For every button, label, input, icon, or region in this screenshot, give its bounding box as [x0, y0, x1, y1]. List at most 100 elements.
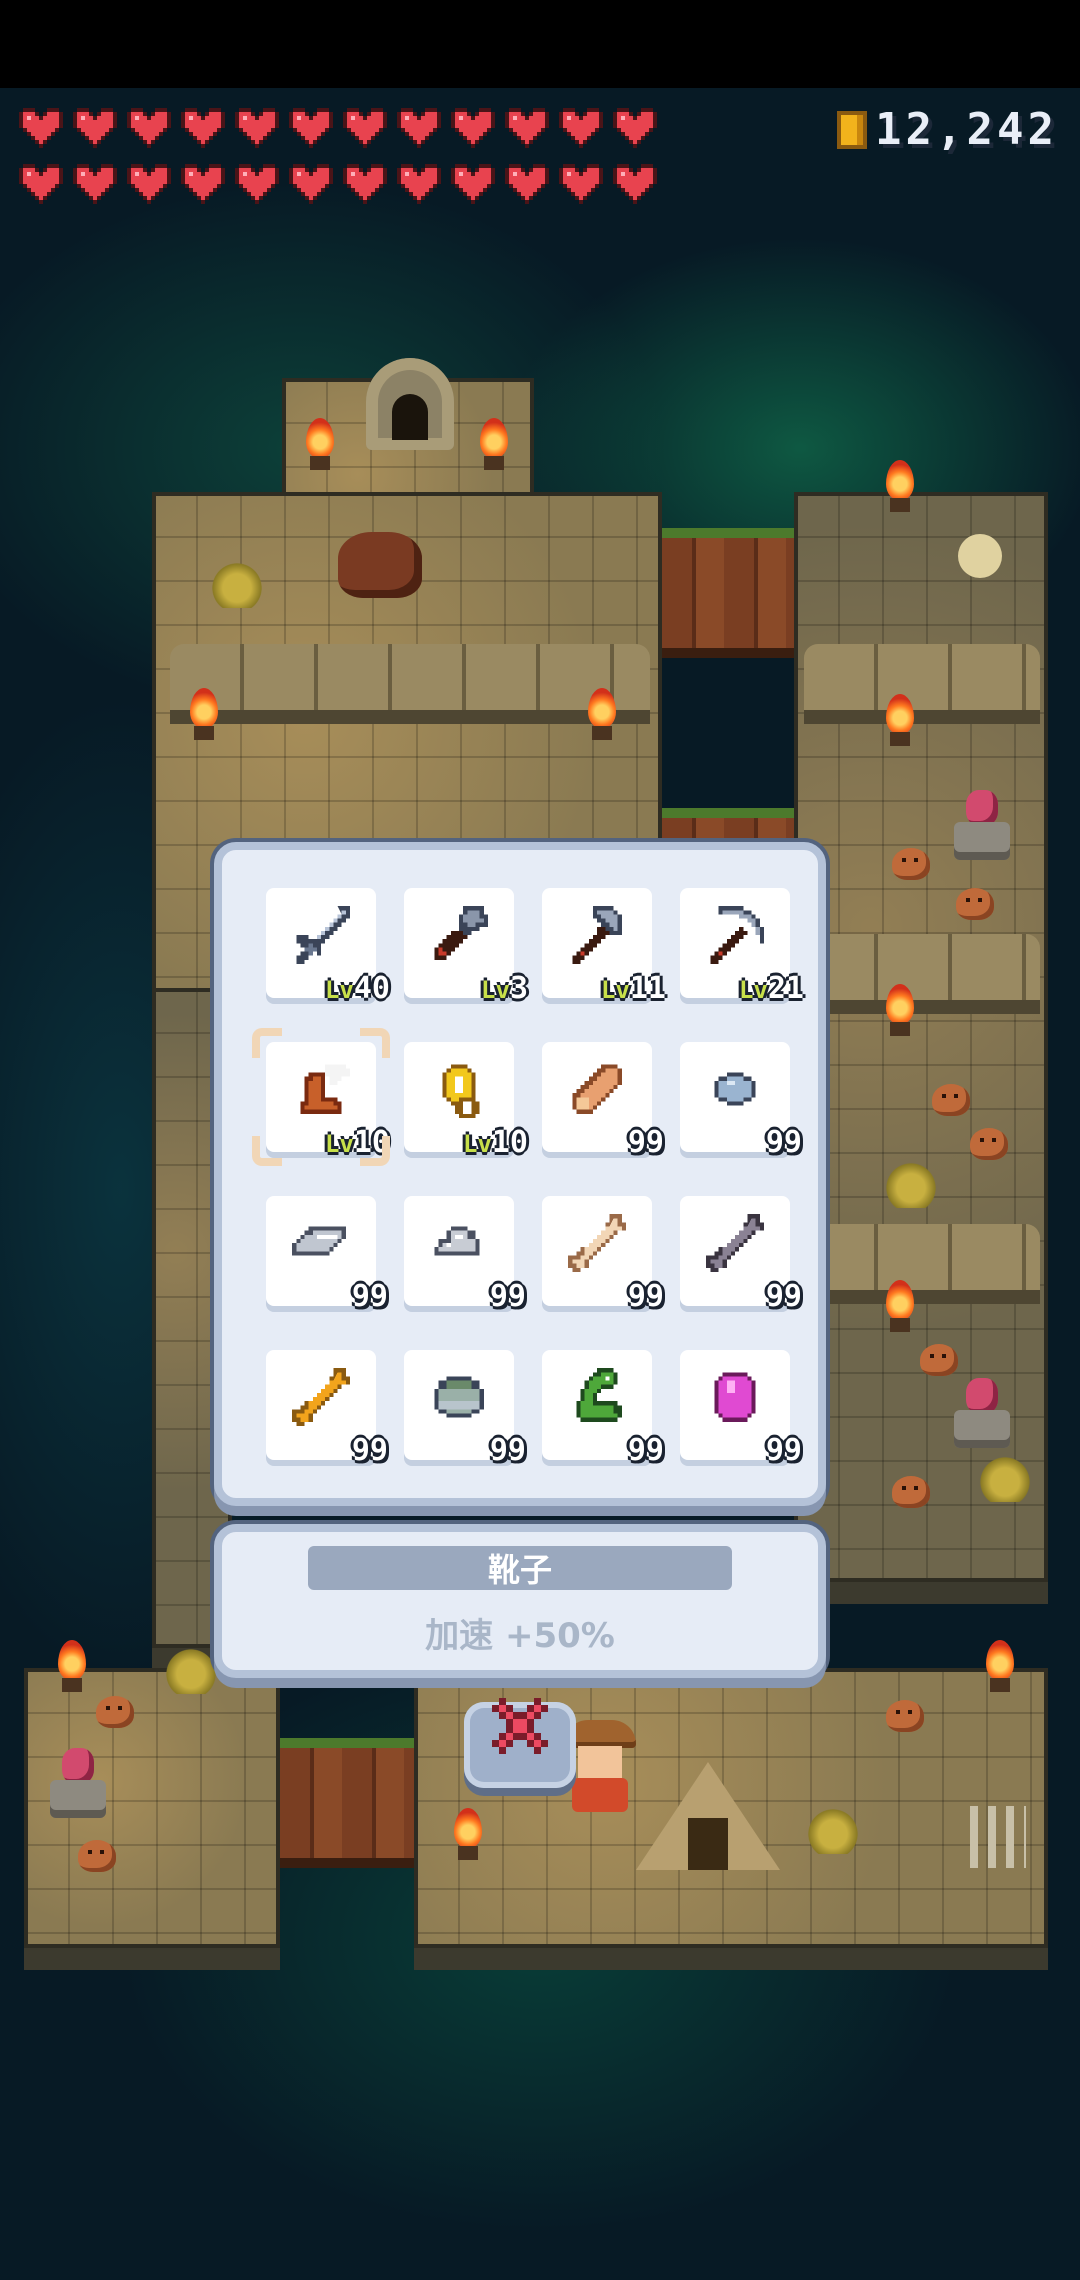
level-prefix: Lv	[324, 1130, 354, 1158]
item-quantity: 99	[627, 1279, 664, 1314]
inventory-slot[interactable]: Lv21	[680, 888, 804, 1006]
torch	[52, 1640, 92, 1696]
level-value: 21	[767, 971, 804, 1006]
torch	[184, 688, 224, 744]
heart-icon	[126, 108, 172, 148]
heart-icon	[342, 108, 388, 148]
wood-log-icon	[564, 1056, 630, 1122]
item-quantity: 99	[351, 1279, 388, 1314]
torch	[474, 418, 514, 474]
heart-icon	[612, 164, 658, 204]
torch	[980, 1640, 1020, 1696]
item-quantity: 99	[627, 1433, 664, 1468]
blob-enemy[interactable]	[892, 1476, 930, 1508]
inventory-slot[interactable]: 99	[680, 1350, 802, 1468]
item-quantity: 99	[489, 1433, 526, 1468]
inventory-slot[interactable]: 99	[404, 1196, 526, 1314]
level-value: 10	[491, 1125, 528, 1160]
blob-enemy[interactable]	[956, 888, 994, 920]
selection-corner	[252, 1136, 282, 1166]
blob-enemy[interactable]	[970, 1128, 1008, 1160]
blob-enemy[interactable]	[932, 1084, 970, 1116]
inventory-slot[interactable]: Lv10	[404, 1042, 528, 1160]
level-value: 11	[629, 971, 666, 1006]
bush[interactable]	[884, 1158, 938, 1208]
inventory-slot[interactable]: 99	[680, 1042, 802, 1160]
stone-icon	[702, 1056, 768, 1122]
blob-enemy[interactable]	[96, 1696, 134, 1728]
heart-icon	[18, 164, 64, 204]
inventory-slot[interactable]: Lv3	[404, 888, 528, 1006]
inventory-slot[interactable]: 99	[542, 1350, 664, 1468]
heart-icon	[558, 164, 604, 204]
iron-ingot-icon	[288, 1210, 354, 1276]
item-level-label: Lv11	[601, 971, 666, 1006]
brown-beast-enemy[interactable]	[338, 532, 422, 598]
green-snake-icon	[564, 1364, 630, 1430]
tent[interactable]	[636, 1762, 780, 1870]
bush[interactable]	[806, 1804, 860, 1854]
inventory-panel: Lv40 Lv3 Lv11 Lv21 Lv10 Lv10 99 99 99 99 99 99 99 99 9…	[214, 842, 826, 1506]
stone-wall	[804, 1224, 1040, 1304]
heart-icon	[558, 108, 604, 148]
gold-ring-icon	[426, 1056, 492, 1122]
inventory-slot[interactable]: Lv11	[542, 888, 666, 1006]
inventory-slot[interactable]: Lv10	[252, 1028, 390, 1166]
item-level-label: Lv10	[463, 1125, 528, 1160]
heart-row	[18, 164, 678, 204]
blob-enemy[interactable]	[886, 1700, 924, 1732]
gem-pedestal[interactable]	[950, 1378, 1014, 1452]
winged-boots-icon	[288, 1056, 354, 1122]
item-name-bar: 靴子	[308, 1546, 732, 1590]
level-prefix: Lv	[738, 976, 768, 1004]
item-detail-panel: 靴子 加速 +50%	[214, 1524, 826, 1678]
item-level-label: Lv40	[325, 971, 390, 1006]
bridge	[280, 1738, 414, 1868]
heart-icon	[72, 164, 118, 204]
level-value: 3	[509, 971, 528, 1006]
sword-icon	[288, 902, 354, 968]
coin-counter: 12,242	[837, 104, 1058, 155]
bone-icon	[564, 1210, 630, 1276]
chick-creature[interactable]	[958, 534, 1002, 578]
bush[interactable]	[164, 1644, 218, 1694]
health-hearts	[18, 108, 678, 220]
fence	[970, 1806, 1026, 1868]
gem-pedestal[interactable]	[46, 1748, 110, 1822]
status-bar	[0, 0, 1080, 88]
level-prefix: Lv	[481, 976, 510, 1004]
level-prefix: Lv	[600, 976, 630, 1004]
blob-enemy[interactable]	[78, 1840, 116, 1872]
inventory-grid: Lv40 Lv3 Lv11 Lv21 Lv10 Lv10 99 99 99 99 99 99 99 99 9…	[252, 888, 806, 1468]
inventory-slot[interactable]: 99	[542, 1042, 664, 1160]
inventory-slot[interactable]: 99	[542, 1196, 664, 1314]
heart-icon	[504, 164, 550, 204]
item-quantity: 99	[627, 1125, 664, 1160]
torch	[582, 688, 622, 744]
gem-pedestal[interactable]	[950, 790, 1014, 864]
bush[interactable]	[210, 558, 264, 608]
stone-wall	[804, 934, 1040, 1014]
inventory-slot[interactable]: 99	[680, 1196, 802, 1314]
inventory-slot[interactable]: 99	[404, 1350, 526, 1468]
inventory-slot[interactable]: 99	[266, 1350, 388, 1468]
shovel-icon	[426, 902, 492, 968]
bush[interactable]	[978, 1452, 1032, 1502]
item-quantity: 99	[765, 1279, 802, 1314]
heart-row	[18, 108, 678, 148]
iron-ore-icon	[426, 1210, 492, 1276]
stone-wall	[170, 644, 650, 724]
level-value: 40	[353, 971, 390, 1006]
axe-icon	[564, 902, 630, 968]
selection-corner	[252, 1028, 282, 1058]
blob-enemy[interactable]	[892, 848, 930, 880]
dark-bone-icon	[702, 1210, 768, 1276]
inventory-slot[interactable]: 99	[266, 1196, 388, 1314]
pickaxe-icon	[702, 902, 768, 968]
heart-icon	[612, 108, 658, 148]
close-button[interactable]	[464, 1692, 576, 1796]
blob-enemy[interactable]	[920, 1344, 958, 1376]
inventory-slot[interactable]: Lv40	[266, 888, 390, 1006]
cave-entrance[interactable]	[366, 358, 454, 450]
level-prefix: Lv	[462, 1130, 492, 1158]
